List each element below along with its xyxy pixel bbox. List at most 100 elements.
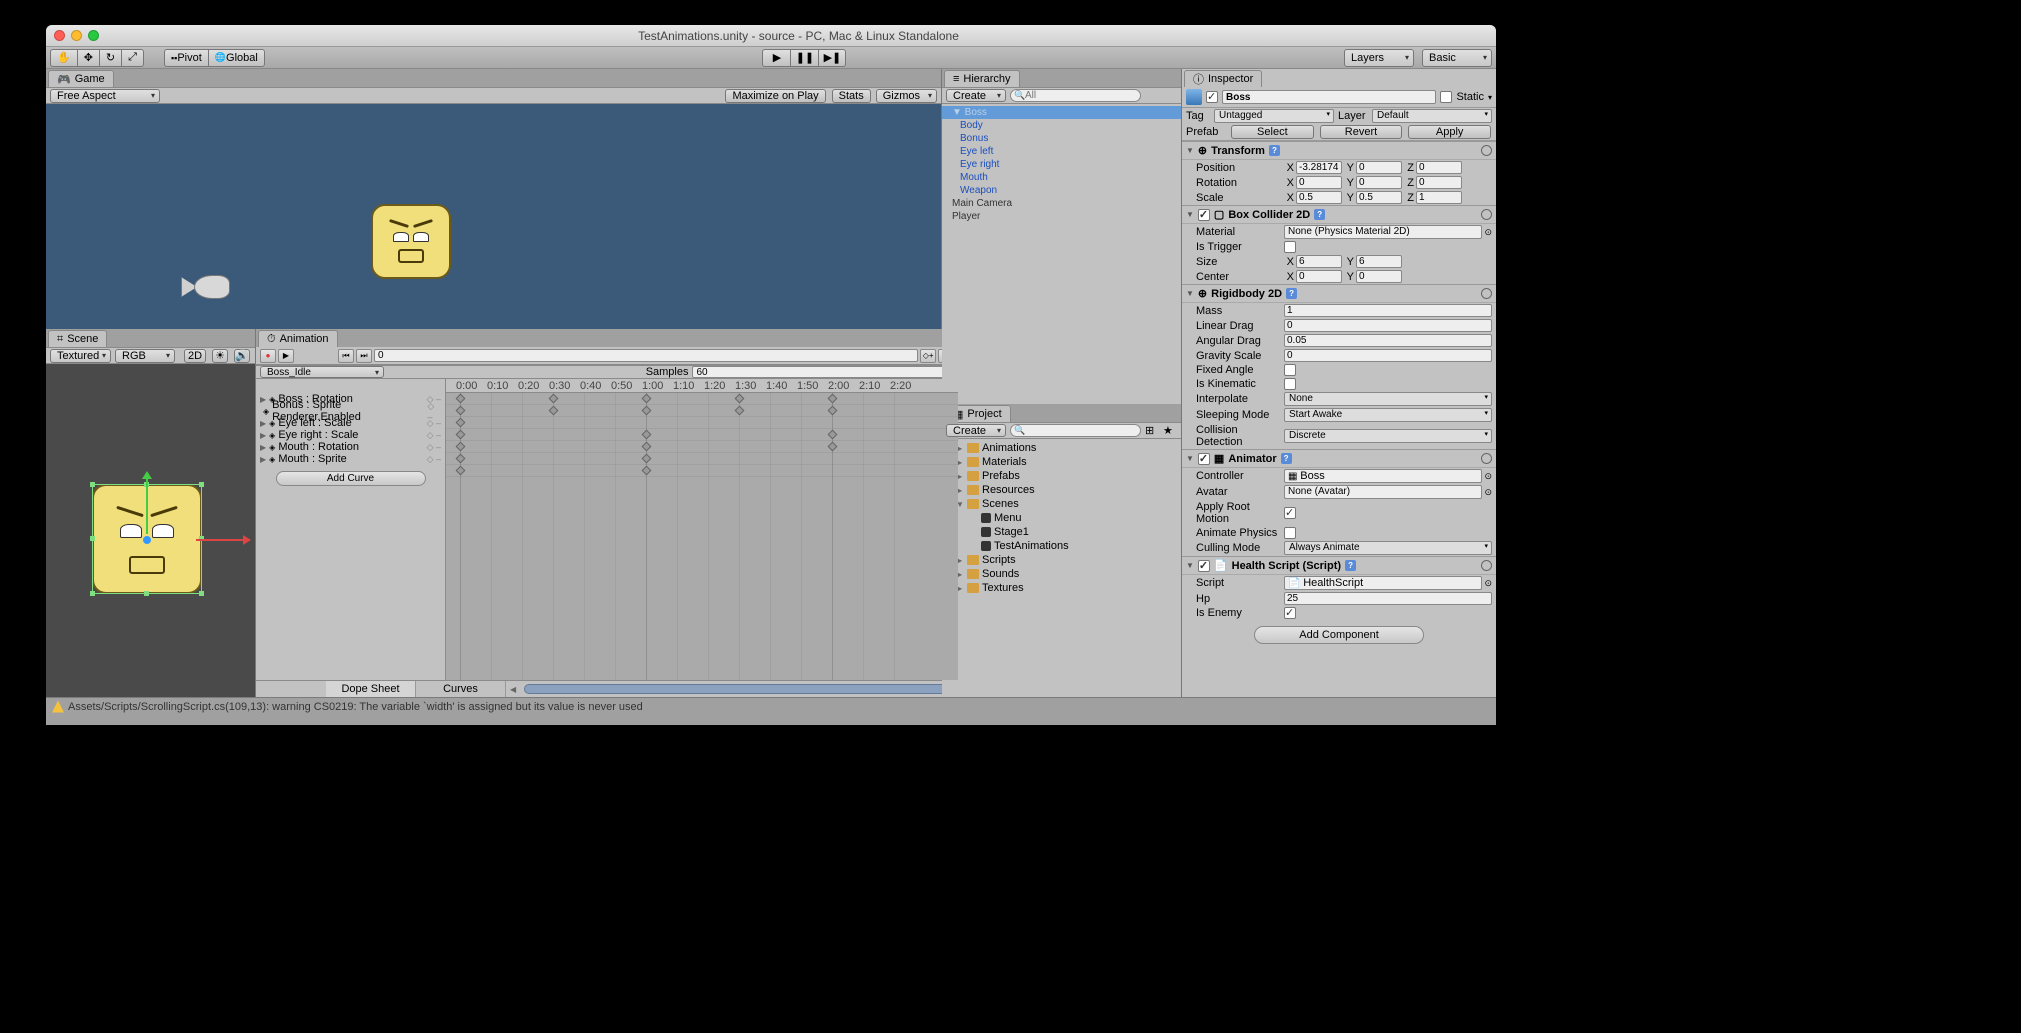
gear-icon[interactable]	[1481, 288, 1492, 299]
scene-viewport[interactable]	[46, 364, 255, 697]
animation-tab[interactable]: ⏱ Animation	[258, 330, 338, 347]
clip-dropdown[interactable]: Boss_Idle	[260, 366, 384, 378]
step-button[interactable]: ▶❚	[818, 49, 846, 67]
prefab-revert[interactable]: Revert	[1320, 125, 1403, 139]
hierarchy-item[interactable]: Main Camera	[942, 197, 1181, 210]
project-create[interactable]: Create	[946, 424, 1006, 437]
move-tool[interactable]: ✥	[77, 49, 99, 67]
gear-icon[interactable]	[1481, 209, 1492, 220]
scale-tool[interactable]: ⤢	[121, 49, 144, 67]
frame-field[interactable]	[374, 349, 918, 362]
help-icon[interactable]: ?	[1281, 453, 1292, 464]
rot-z[interactable]	[1416, 176, 1462, 189]
project-item[interactable]: ▶Scripts	[942, 553, 1181, 567]
hierarchy-item[interactable]: Player	[942, 210, 1181, 223]
close-light[interactable]	[54, 30, 65, 41]
interpolate-dropdown[interactable]: None	[1284, 392, 1492, 406]
play-button[interactable]: ▶	[762, 49, 790, 67]
gear-icon[interactable]	[1481, 145, 1492, 156]
hierarchy-item[interactable]: ▼ Boss	[942, 106, 1181, 119]
istrigger-check[interactable]	[1284, 241, 1296, 253]
static-checkbox[interactable]	[1440, 91, 1452, 103]
culling-dropdown[interactable]: Always Animate	[1284, 541, 1492, 555]
script-field[interactable]: 📄 HealthScript	[1284, 576, 1482, 590]
fixedangle-check[interactable]	[1284, 364, 1296, 376]
game-viewport[interactable]	[46, 104, 941, 329]
add-curve-button[interactable]: Add Curve	[276, 471, 426, 486]
add-key-button[interactable]: ◇+	[920, 349, 936, 363]
size-y[interactable]	[1356, 255, 1402, 268]
center-x[interactable]	[1296, 270, 1342, 283]
light-toggle[interactable]: ☀	[212, 349, 228, 363]
avatar-field[interactable]: None (Avatar)	[1284, 485, 1482, 499]
healthscript-header[interactable]: ▼📄 Health Script (Script)?	[1182, 556, 1496, 575]
hierarchy-item[interactable]: Bonus	[942, 132, 1181, 145]
kinematic-check[interactable]	[1284, 378, 1296, 390]
animphysics-check[interactable]	[1284, 527, 1296, 539]
hp-field[interactable]	[1284, 592, 1492, 605]
inspector-tab[interactable]: ⓘ Inspector	[1184, 70, 1262, 87]
samples-field[interactable]	[692, 366, 954, 378]
hierarchy-tab[interactable]: ≡ Hierarchy	[944, 70, 1020, 87]
project-item[interactable]: ▶Materials	[942, 455, 1181, 469]
timeline-scrollbar[interactable]: ◀	[506, 681, 958, 697]
shading-dropdown[interactable]: Textured	[50, 349, 111, 363]
project-item[interactable]: ▶Animations	[942, 441, 1181, 455]
scl-x[interactable]	[1296, 191, 1342, 204]
timeline-ruler[interactable]: 0:000:100:200:300:400:501:001:101:201:30…	[446, 379, 958, 393]
gizmos-dropdown[interactable]: Gizmos	[876, 89, 937, 103]
hierarchy-item[interactable]: Weapon	[942, 184, 1181, 197]
gear-icon[interactable]	[1481, 560, 1492, 571]
pos-z[interactable]	[1416, 161, 1462, 174]
anim-play-button[interactable]: ▶	[278, 349, 294, 363]
project-item[interactable]: Menu	[942, 511, 1181, 525]
project-item[interactable]: ▶Resources	[942, 483, 1181, 497]
hierarchy-item[interactable]: Mouth	[942, 171, 1181, 184]
active-checkbox[interactable]	[1206, 91, 1218, 103]
sleeping-dropdown[interactable]: Start Awake	[1284, 408, 1492, 422]
animator-header[interactable]: ▼▦ Animator?	[1182, 449, 1496, 468]
project-filter-icon[interactable]: ★	[1163, 424, 1177, 437]
rot-y[interactable]	[1356, 176, 1402, 189]
next-key-button[interactable]: ⏭	[356, 349, 372, 363]
add-component-button[interactable]: Add Component	[1254, 626, 1424, 644]
2d-toggle[interactable]: 2D	[184, 349, 206, 363]
stats-toggle[interactable]: Stats	[832, 89, 871, 103]
record-button[interactable]: ●	[260, 349, 276, 363]
prev-key-button[interactable]: ⏮	[338, 349, 354, 363]
rot-x[interactable]	[1296, 176, 1342, 189]
global-toggle[interactable]: 🌐 Global	[208, 49, 265, 67]
angulardrag-field[interactable]	[1284, 334, 1492, 347]
isenemy-check[interactable]	[1284, 607, 1296, 619]
pos-x[interactable]	[1296, 161, 1342, 174]
layer-dropdown[interactable]: Default	[1372, 109, 1492, 123]
project-item[interactable]: ▼Scenes	[942, 497, 1181, 511]
collision-dropdown[interactable]: Discrete	[1284, 429, 1492, 443]
size-x[interactable]	[1296, 255, 1342, 268]
project-search[interactable]	[1010, 424, 1141, 437]
pivot-toggle[interactable]: ▪▪ Pivot	[164, 49, 208, 67]
transform-header[interactable]: ▼⊕ Transform?	[1182, 141, 1496, 160]
project-item[interactable]: Stage1	[942, 525, 1181, 539]
hierarchy-create[interactable]: Create	[946, 89, 1006, 102]
layers-dropdown[interactable]: Layers	[1344, 49, 1414, 67]
project-item[interactable]: ▶Textures	[942, 581, 1181, 595]
curves-tab[interactable]: Curves	[416, 681, 506, 697]
audio-toggle[interactable]: 🔊	[234, 349, 250, 363]
boxcollider-header[interactable]: ▼▢ Box Collider 2D?	[1182, 205, 1496, 224]
hierarchy-search[interactable]	[1010, 89, 1141, 102]
zoom-light[interactable]	[88, 30, 99, 41]
gizmo-y-axis[interactable]	[146, 474, 148, 534]
maximize-on-play[interactable]: Maximize on Play	[725, 89, 825, 103]
anim-timeline[interactable]: 0:000:100:200:300:400:501:001:101:201:30…	[446, 379, 958, 680]
material-field[interactable]: None (Physics Material 2D)	[1284, 225, 1482, 239]
aspect-dropdown[interactable]: Free Aspect	[50, 89, 160, 103]
applyroot-check[interactable]	[1284, 507, 1296, 519]
hierarchy-item[interactable]: Eye left	[942, 145, 1181, 158]
scene-tab[interactable]: ⌗ Scene	[48, 330, 107, 347]
mass-field[interactable]	[1284, 304, 1492, 317]
layout-dropdown[interactable]: Basic	[1422, 49, 1492, 67]
anim-track[interactable]: ▶◈Mouth : Rotation◇ –	[256, 441, 445, 453]
gear-icon[interactable]	[1481, 453, 1492, 464]
project-item[interactable]: ▶Prefabs	[942, 469, 1181, 483]
